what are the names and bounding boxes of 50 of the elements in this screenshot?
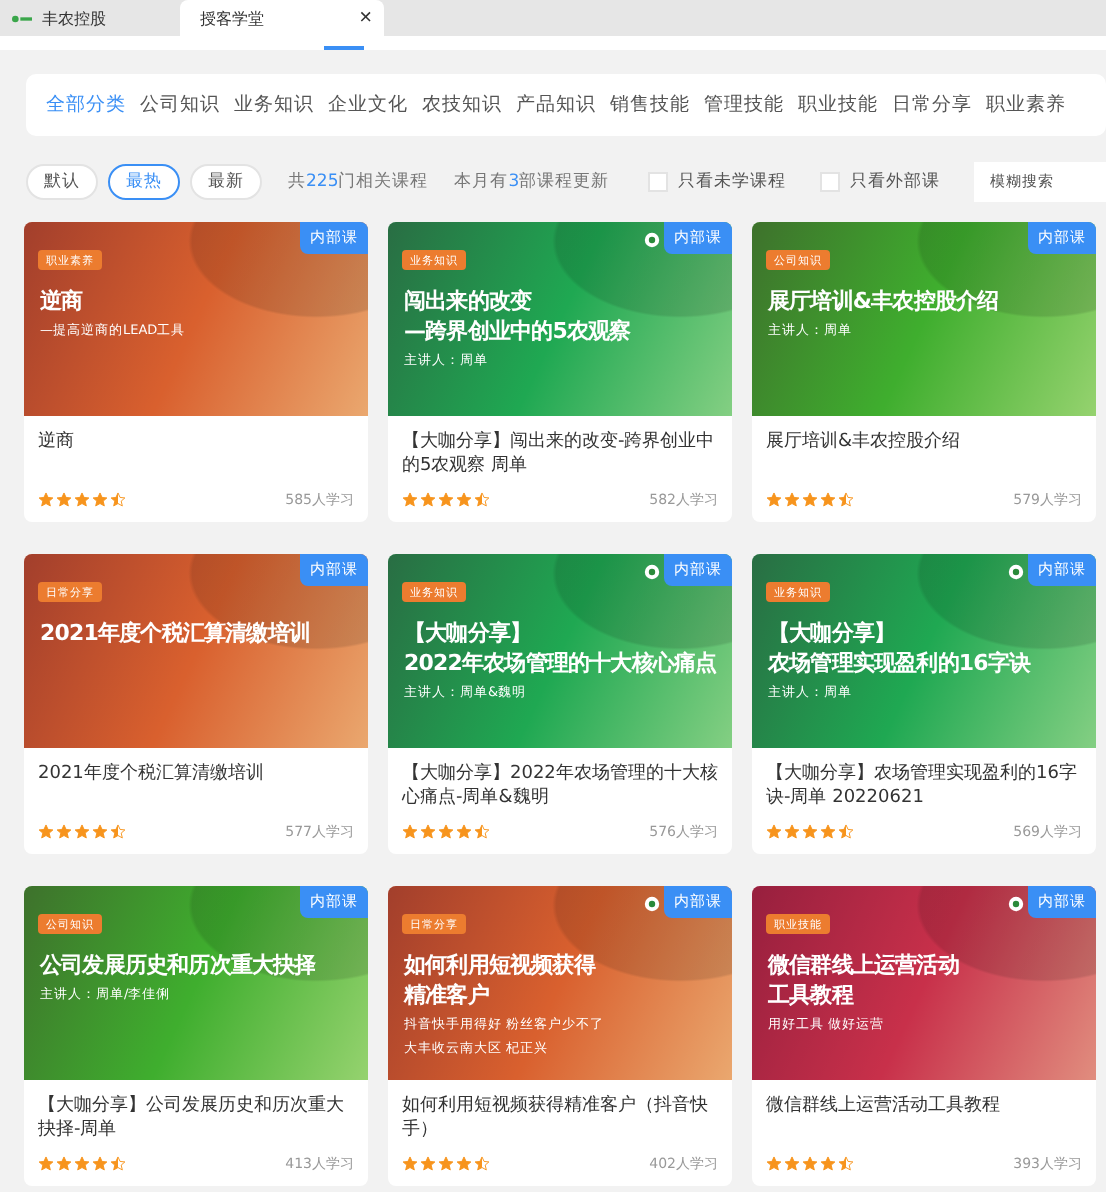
cover-title: 如何利用短视频获得 bbox=[404, 950, 598, 980]
checkbox[interactable] bbox=[820, 172, 840, 192]
logo-icon bbox=[1008, 564, 1024, 580]
cover-title: 闯出来的改变 bbox=[404, 286, 534, 316]
category-tab[interactable]: 公司知识 bbox=[140, 92, 220, 118]
logo-icon bbox=[644, 564, 660, 580]
cover-title: —跨界创业中的5农观察 bbox=[404, 316, 633, 346]
category-tab[interactable]: 管理技能 bbox=[704, 92, 784, 118]
sort-button[interactable]: 最新 bbox=[190, 164, 262, 200]
cover-title: 农场管理实现盈利的16字诀 bbox=[768, 648, 1033, 678]
course-title: 【大咖分享】公司发展历史和历次重大抉择-周单 bbox=[38, 1094, 346, 1144]
update-count: 本月有3部课程更新 bbox=[454, 170, 610, 194]
cover-title: 展厅培训&丰农控股介绍 bbox=[768, 286, 1001, 316]
course-title: 【大咖分享】农场管理实现盈利的16字诀-周单 20220621 bbox=[766, 762, 1079, 812]
logo-icon bbox=[12, 13, 32, 23]
category-tab[interactable]: 日常分享 bbox=[892, 92, 972, 118]
course-title: 微信群线上运营活动工具教程 bbox=[766, 1094, 1002, 1120]
category-tab[interactable]: 销售技能 bbox=[610, 92, 690, 118]
cover-title: 2022年农场管理的十大核心痛点 bbox=[404, 648, 719, 678]
checkbox[interactable] bbox=[648, 172, 668, 192]
cover-title: 精准客户 bbox=[404, 980, 491, 1010]
cover-title: 微信群线上运营活动 bbox=[768, 950, 961, 980]
checkbox-label: 只看外部课 bbox=[850, 170, 940, 194]
cover-title: 公司发展历史和历次重大抉择 bbox=[40, 950, 318, 980]
sort-button[interactable]: 默认 bbox=[26, 164, 98, 200]
cover-title: 逆商 bbox=[40, 286, 85, 316]
course-title: 2021年度个税汇算清缴培训 bbox=[38, 762, 266, 788]
category-tab[interactable]: 企业文化 bbox=[328, 92, 408, 118]
category-tab[interactable]: 产品知识 bbox=[516, 92, 596, 118]
course-title: 逆商 bbox=[38, 430, 76, 456]
logo-icon bbox=[644, 232, 660, 248]
cover-title: 2021年度个税汇算清缴培训 bbox=[40, 618, 313, 648]
cover-title: 工具教程 bbox=[768, 980, 856, 1010]
course-title: 【大咖分享】闯出来的改变-跨界创业中的5农观察 周单 bbox=[402, 430, 717, 480]
cover-title: 【大咖分享】 bbox=[768, 618, 898, 648]
course-title: 【大咖分享】2022年农场管理的十大核心痛点-周单&魏明 bbox=[402, 762, 718, 812]
window-tab[interactable]: 丰农控股 bbox=[0, 0, 168, 36]
close-button[interactable]: × bbox=[359, 7, 372, 29]
course-title: 如何利用短视频获得精准客户（抖音快手） bbox=[402, 1094, 710, 1144]
course-count: 共225门相关课程 bbox=[288, 170, 429, 194]
checkbox-label: 只看未学课程 bbox=[678, 170, 786, 194]
category-tab[interactable]: 职业技能 bbox=[798, 92, 878, 118]
category-tab[interactable]: 农技知识 bbox=[422, 92, 502, 118]
category-tab[interactable]: 职业素养 bbox=[986, 92, 1066, 118]
logo-icon bbox=[644, 896, 660, 912]
category-tab[interactable]: 业务知识 bbox=[234, 92, 314, 118]
window-tab[interactable]: 授客学堂 × bbox=[180, 0, 384, 36]
logo-icon bbox=[1008, 896, 1024, 912]
cover-title: 【大咖分享】 bbox=[404, 618, 534, 648]
course-title: 展厅培训&丰农控股介绍 bbox=[766, 430, 963, 456]
